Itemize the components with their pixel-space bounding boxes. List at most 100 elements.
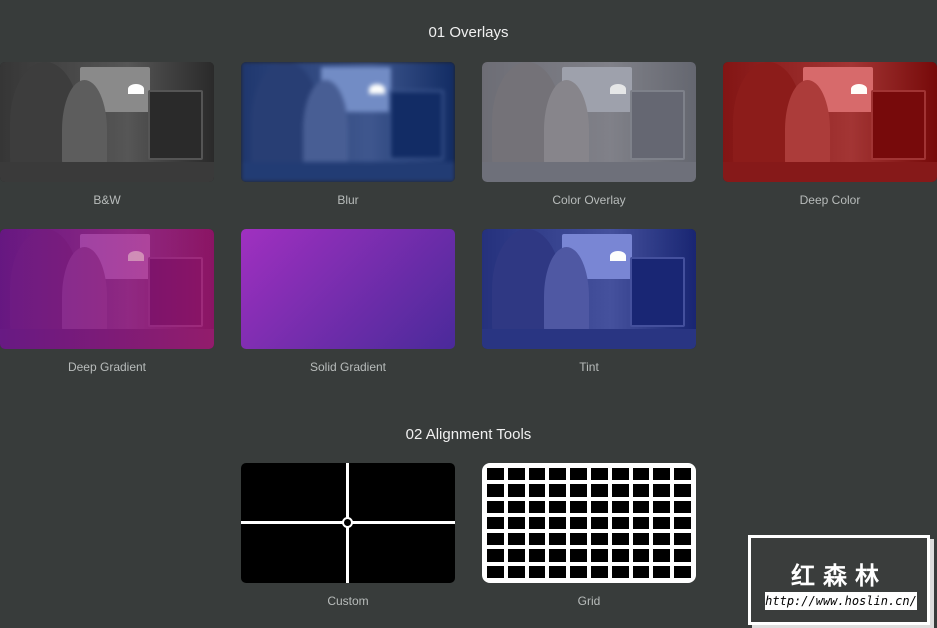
grid-cell [674,533,691,546]
watermark: 红森林 http://www.hoslin.cn/ [748,535,930,625]
grid-cell [590,549,608,562]
grid-cell [674,565,691,578]
grid-cell [549,516,567,530]
grid-cell [611,549,629,562]
grid-cell [549,500,567,513]
overlay-thumbnail[interactable] [723,62,937,182]
grid-cell [632,516,650,530]
photo-scene [723,62,937,182]
grid-cell [507,468,525,481]
watermark-name: 红森林 [791,563,887,590]
overlay-label: Blur [337,193,359,207]
grid-cell [653,516,671,530]
grid-cell [570,533,587,546]
grid-cell [507,549,525,562]
photo-scene [482,229,696,349]
grid-cell [674,468,691,481]
photo-scene [0,229,214,349]
photo-scene [0,62,214,182]
crosshair-icon [342,517,353,528]
grid-cell [674,516,691,530]
overlay-label: Tint [579,360,599,374]
overlay-label: B&W [93,193,121,207]
grid-cell [590,533,608,546]
section-title-overlays: 01 Overlays [428,24,509,41]
grid-cell [487,468,504,481]
grid-cell [528,500,546,513]
grid-cell [528,549,546,562]
grid-cell [528,516,546,530]
grid-cell [590,500,608,513]
grid-cell [611,468,629,481]
grid-cell [674,549,691,562]
grid-cell [611,500,629,513]
grid-cell [674,484,691,497]
grid-cell [528,484,546,497]
overlay-thumbnail[interactable] [241,229,455,349]
grid-cell [632,533,650,546]
grid-cell [611,516,629,530]
grid-cell [507,500,525,513]
watermark-url: http://www.hoslin.cn/ [765,592,917,610]
grid-cell [528,468,546,481]
grid-cell [570,549,587,562]
grid-cell [632,468,650,481]
grid-cell [549,565,567,578]
grid-cell [653,500,671,513]
photo-scene [241,62,455,182]
grid-cell [590,516,608,530]
grid-label: Grid [577,594,601,608]
grid-cell [507,484,525,497]
grid-cell [570,468,587,481]
grid-cell [590,565,608,578]
photo-scene [482,62,696,182]
grid-cell [487,516,504,530]
grid-cell [611,565,629,578]
grid-cell [653,533,671,546]
grid-cell [487,484,504,497]
grid-cell [528,533,546,546]
grid-cell [653,484,671,497]
grid-cell [632,500,650,513]
grid-cell [632,549,650,562]
grid-cell [487,500,504,513]
grid-cell [528,565,546,578]
grid-cell [549,484,567,497]
grid-cell [570,516,587,530]
grid-cell [487,533,504,546]
grid-cell [590,484,608,497]
grid-cell [632,484,650,497]
overlay-thumbnail[interactable] [241,62,455,182]
grid-cell [570,500,587,513]
overlay-label: Deep Gradient [67,360,147,374]
grid-cell [507,516,525,530]
section-title-alignment: 02 Alignment Tools [405,426,532,443]
grid-cell [487,549,504,562]
overlay-label: Color Overlay [552,193,626,207]
grid-cell [549,533,567,546]
overlay-thumbnail[interactable] [482,229,696,349]
overlay-label: Solid Gradient [309,360,387,374]
custom-label: Custom [327,594,369,608]
grid-cell [653,565,671,578]
grid-cell [611,484,629,497]
grid-cell [590,468,608,481]
grid-cell [487,565,504,578]
grid-cell [549,468,567,481]
grid-cell [611,533,629,546]
grid-cell [507,565,525,578]
grid-cell [653,468,671,481]
grid-alignment-thumbnail[interactable] [482,463,696,583]
grid-cell [653,549,671,562]
grid-cell [632,565,650,578]
grid-cell [570,484,587,497]
grid-cell [507,533,525,546]
custom-alignment-thumbnail[interactable] [241,463,455,583]
grid-cell [549,549,567,562]
grid-cell [570,565,587,578]
overlay-thumbnail[interactable] [0,62,214,182]
overlay-thumbnail[interactable] [0,229,214,349]
overlay-thumbnail[interactable] [482,62,696,182]
overlay-label: Deep Color [799,193,861,207]
grid-cell [674,500,691,513]
